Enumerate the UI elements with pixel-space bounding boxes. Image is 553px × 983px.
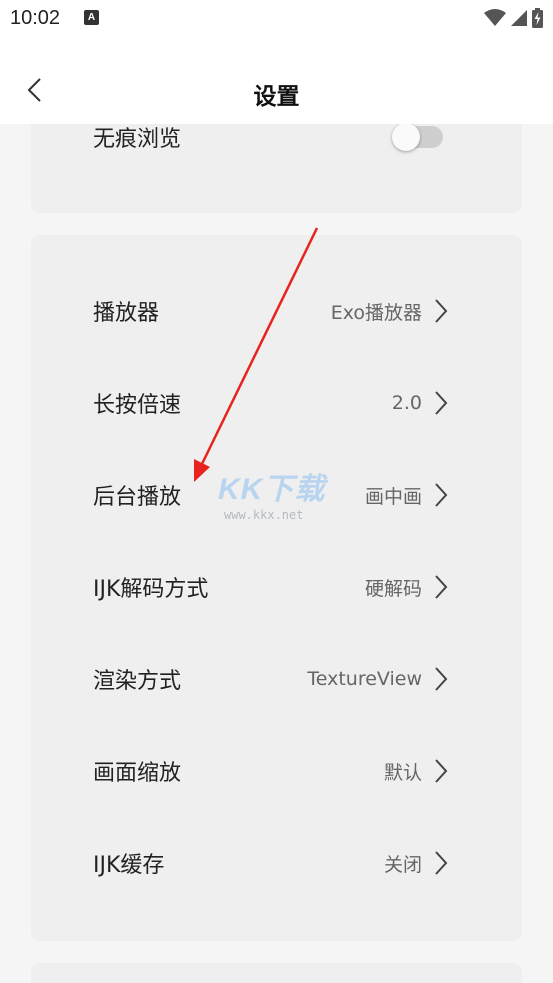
incognito-label: 无痕浏览 [93, 127, 182, 152]
setting-label: 长按倍速 [93, 393, 182, 418]
page-title: 设置 [253, 84, 300, 110]
chevron-right-icon [432, 390, 450, 416]
setting-label: IJK解码方式 [93, 577, 209, 602]
setting-label: 渲染方式 [93, 669, 182, 694]
privacy-card: 无痕浏览 [31, 124, 522, 213]
status-bar: 10:02 A [0, 0, 553, 38]
setting-row-ijk-decode[interactable]: IJK解码方式 硬解码 [31, 557, 522, 617]
chevron-right-icon [432, 758, 450, 784]
status-time: 10:02 [10, 7, 61, 29]
setting-row-long-press-speed[interactable]: 长按倍速 2.0 [31, 373, 522, 433]
wifi-icon [484, 9, 506, 26]
chevron-right-icon [432, 666, 450, 692]
setting-row-ijk-cache[interactable]: IJK缓存 关闭 [31, 833, 522, 893]
chevron-right-icon [432, 850, 450, 876]
setting-value: 关闭 [383, 853, 422, 876]
setting-row-player[interactable]: 播放器 Exo播放器 [31, 281, 522, 341]
battery-charging-icon [532, 8, 543, 28]
signal-icon [511, 10, 527, 26]
setting-row-render-mode[interactable]: 渲染方式 TextureView [31, 649, 522, 709]
next-settings-card [31, 963, 522, 983]
setting-label: IJK缓存 [93, 853, 165, 878]
setting-value: 硬解码 [364, 577, 422, 600]
status-icons [484, 8, 543, 28]
toggle-knob [392, 124, 420, 151]
setting-value: Exo播放器 [330, 301, 422, 324]
chevron-right-icon [432, 574, 450, 600]
setting-label: 画面缩放 [93, 761, 182, 786]
chevron-right-icon [432, 482, 450, 508]
setting-value: TextureView [307, 668, 422, 690]
settings-scroll-area[interactable]: 无痕浏览 播放器 Exo播放器 长按倍速 2.0 后台播放 画中画 IJK解码方… [0, 124, 553, 983]
setting-label: 后台播放 [93, 485, 182, 510]
setting-row-screen-scale[interactable]: 画面缩放 默认 [31, 741, 522, 801]
chevron-right-icon [432, 298, 450, 324]
setting-label: 播放器 [93, 301, 160, 326]
incognito-row[interactable]: 无痕浏览 [31, 124, 522, 167]
setting-value: 2.0 [391, 392, 422, 414]
player-settings-card: 播放器 Exo播放器 长按倍速 2.0 后台播放 画中画 IJK解码方式 硬解码 [31, 235, 522, 941]
incognito-toggle[interactable] [392, 124, 443, 151]
setting-value: 默认 [383, 761, 422, 784]
notification-app-icon: A [84, 10, 99, 25]
setting-row-background-play[interactable]: 后台播放 画中画 [31, 465, 522, 525]
setting-value: 画中画 [364, 485, 422, 508]
app-header: 设置 [0, 38, 553, 124]
